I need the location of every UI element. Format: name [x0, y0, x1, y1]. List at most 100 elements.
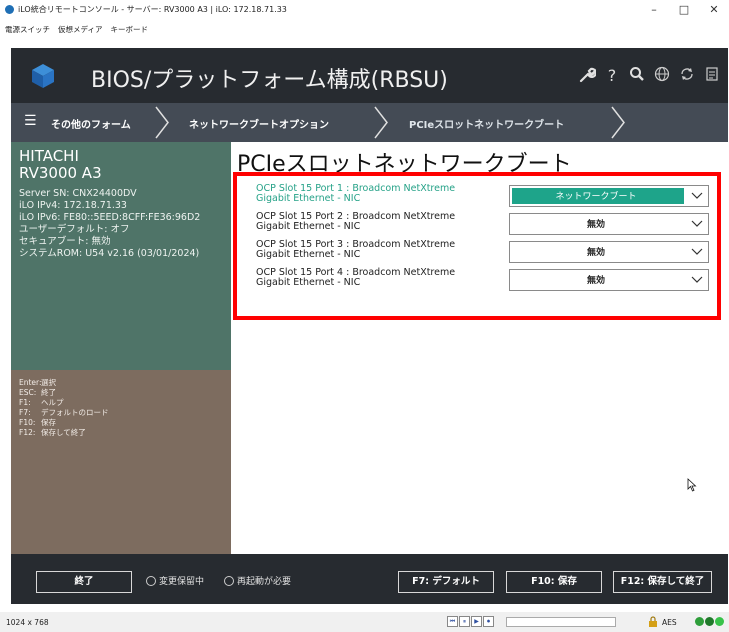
- maximize-button[interactable]: □: [669, 0, 699, 20]
- footer-bar: 終了 変更保留中 再起動が必要 F7: デフォルト F10: 保存 F12: 保…: [11, 554, 728, 604]
- slot-port-3-label: OCP Slot 15 Port 3 : Broadcom NetXtreme …: [256, 239, 456, 260]
- key-help-row: F1: ヘルプ: [19, 398, 223, 408]
- slot-port-2-select[interactable]: 無効: [509, 213, 709, 235]
- slot-port-3-select[interactable]: 無効: [509, 241, 709, 263]
- window-titlebar: iLO統合リモートコンソール - サーバー: RV3000 A3 | iLO: …: [0, 0, 729, 20]
- globe-icon[interactable]: [652, 66, 672, 86]
- radio-circle-icon: [146, 575, 156, 586]
- slot-port-1-label: OCP Slot 15 Port 1 : Broadcom NetXtreme …: [256, 183, 456, 204]
- status-lights: [695, 617, 724, 626]
- reboot-required-indicator: 再起動が必要: [224, 574, 291, 587]
- secure-boot: セキュアブート: 無効: [19, 236, 111, 247]
- chevron-down-icon: [691, 220, 703, 227]
- record-button[interactable]: ⏺: [483, 616, 494, 627]
- slot-port-1-value: ネットワークブート: [555, 192, 637, 202]
- document-icon[interactable]: [702, 66, 722, 86]
- key-desc: 保存して終了: [41, 428, 86, 437]
- slot-port-2-row[interactable]: OCP Slot 15 Port 2 : Broadcom NetXtreme …: [256, 212, 711, 240]
- vendor-name: HITACHI: [19, 147, 79, 165]
- slot-port-4-select[interactable]: 無効: [509, 269, 709, 291]
- search-icon[interactable]: [627, 66, 647, 86]
- reboot-required-label: 再起動が必要: [237, 577, 292, 587]
- play-button[interactable]: ▶: [471, 616, 482, 627]
- main-content: PCIeスロットネットワークブート OCP Slot 15 Port 1 : B…: [231, 142, 728, 554]
- skip-back-button[interactable]: ⏮: [447, 616, 458, 627]
- f10-save-button[interactable]: F10: 保存: [506, 571, 602, 593]
- breadcrumb-network-boot-options[interactable]: ネットワークブートオプション: [189, 116, 329, 131]
- screen-resolution: 1024 x 768: [6, 618, 49, 627]
- encryption-label: AES: [662, 618, 677, 627]
- window-controls: – □ ✕: [639, 0, 729, 20]
- slot-port-2-label: OCP Slot 15 Port 2 : Broadcom NetXtreme …: [256, 211, 456, 232]
- ilo-app-icon: [5, 5, 14, 14]
- key-name: Enter:: [19, 378, 42, 387]
- system-rom: システムROM: U54 v2.16 (03/01/2024): [19, 248, 200, 259]
- pending-changes-label: 変更保留中: [159, 577, 205, 587]
- f12-save-exit-button[interactable]: F12: 保存して終了: [613, 571, 712, 593]
- user-defaults: ユーザーデフォルト: オフ: [19, 224, 130, 235]
- menu-virtual-media[interactable]: 仮想メディア: [58, 24, 102, 35]
- header-toolbar: ?: [577, 66, 722, 86]
- ilo-ipv6: iLO IPv6: FE80::5EED:8CFF:FE36:96D2: [19, 212, 201, 223]
- breadcrumb-separator-icon: [611, 106, 625, 139]
- f7-defaults-button[interactable]: F7: デフォルト: [398, 571, 494, 593]
- key-name: F10:: [19, 418, 36, 427]
- key-desc: 保存: [41, 418, 56, 427]
- key-help-row: ESC: 終了: [19, 388, 223, 398]
- slot-port-2-value: 無効: [586, 220, 605, 230]
- help-icon[interactable]: ?: [602, 66, 622, 86]
- key-help-row: F10: 保存: [19, 418, 223, 428]
- key-name: F7:: [19, 408, 31, 417]
- refresh-icon[interactable]: [677, 66, 697, 86]
- window-title: iLO統合リモートコンソール - サーバー: RV3000 A3 | iLO: …: [18, 5, 287, 14]
- cube-logo-icon: [32, 64, 54, 88]
- key-name: F1:: [19, 398, 31, 407]
- chevron-down-icon: [691, 192, 703, 199]
- status-light-icon: [715, 617, 724, 626]
- breadcrumb-separator-icon: [155, 106, 169, 139]
- pending-changes-indicator: 変更保留中: [146, 574, 204, 587]
- key-help-row: Enter: 選択: [19, 378, 223, 388]
- close-button[interactable]: ✕: [699, 0, 729, 20]
- key-help-row: F7: デフォルトのロード: [19, 408, 223, 418]
- key-desc: ヘルプ: [41, 398, 64, 407]
- exit-button[interactable]: 終了: [36, 571, 132, 593]
- chevron-down-icon: [691, 276, 703, 283]
- minimize-button[interactable]: –: [639, 0, 669, 20]
- system-info-panel: HITACHI RV3000 A3 Server SN: CNX24400DV …: [11, 142, 231, 370]
- key-help-panel: Enter: 選択 ESC: 終了 F1: ヘルプ F7: デフォルトのロード F10:…: [11, 370, 231, 554]
- breadcrumb-pcie-slot-network-boot: PCIeスロットネットワークブート: [409, 120, 565, 131]
- status-bar: 1024 x 768 ⏮ ⏸ ▶ ⏺ AES: [0, 612, 729, 632]
- menu-power-switch[interactable]: 電源スイッチ: [5, 24, 50, 35]
- breadcrumb-other-forms[interactable]: その他のフォーム: [51, 116, 131, 131]
- pause-button[interactable]: ⏸: [459, 616, 470, 627]
- key-help-row: F12: 保存して終了: [19, 428, 223, 438]
- key-name: ESC:: [19, 388, 37, 397]
- slot-port-1-select[interactable]: ネットワークブート: [509, 185, 709, 207]
- breadcrumb-separator-icon: [374, 106, 388, 139]
- radio-circle-icon: [224, 575, 234, 586]
- key-desc: 選択: [41, 378, 56, 387]
- ilo-ipv4: iLO IPv4: 172.18.71.33: [19, 200, 127, 211]
- remote-screen: BIOS/プラットフォーム構成(RBSU) ? ☰ その他のフォーム ネットワー…: [11, 48, 728, 604]
- wrench-icon[interactable]: [577, 66, 597, 86]
- slot-port-3-value: 無効: [586, 248, 605, 258]
- menu-keyboard[interactable]: キーボード: [110, 24, 148, 35]
- breadcrumb: ☰ その他のフォーム ネットワークブートオプション PCIeスロットネットワーク…: [11, 103, 728, 142]
- slot-port-4-value: 無効: [586, 276, 605, 286]
- hamburger-menu-icon[interactable]: ☰: [24, 113, 37, 129]
- key-desc: デフォルトのロード: [41, 408, 109, 417]
- slot-port-3-row[interactable]: OCP Slot 15 Port 3 : Broadcom NetXtreme …: [256, 240, 711, 268]
- key-desc: 終了: [41, 388, 56, 397]
- server-sn: Server SN: CNX24400DV: [19, 188, 137, 199]
- page-header-title: BIOS/プラットフォーム構成(RBSU): [91, 68, 448, 93]
- rbsu-header: BIOS/プラットフォーム構成(RBSU) ?: [11, 48, 728, 103]
- slot-port-1-row[interactable]: OCP Slot 15 Port 1 : Broadcom NetXtreme …: [256, 184, 711, 212]
- key-name: F12:: [19, 428, 36, 437]
- slot-port-4-row[interactable]: OCP Slot 15 Port 4 : Broadcom NetXtreme …: [256, 268, 711, 296]
- menubar: 電源スイッチ 仮想メディア キーボード: [0, 20, 729, 39]
- media-controls: ⏮ ⏸ ▶ ⏺: [447, 616, 494, 627]
- chevron-down-icon: [691, 248, 703, 255]
- lock-icon: [649, 616, 657, 627]
- slot-port-4-label: OCP Slot 15 Port 4 : Broadcom NetXtreme …: [256, 267, 456, 288]
